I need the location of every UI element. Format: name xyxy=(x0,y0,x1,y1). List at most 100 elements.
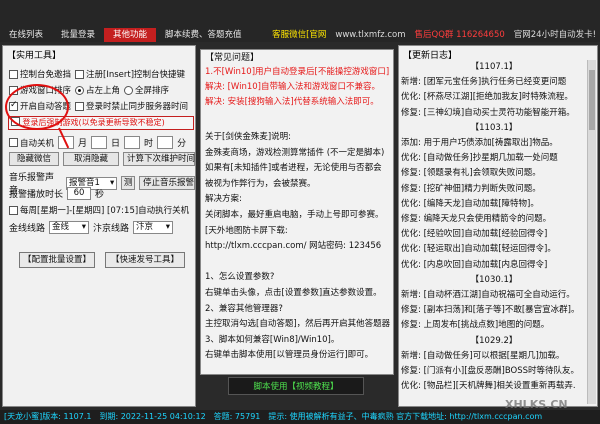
notice-line-2: 解决: [Win10]自带输入法和游戏窗口不兼容。 xyxy=(205,82,380,92)
site-url[interactable]: www.tlxmfz.com xyxy=(335,28,405,42)
help-line: 关闭脚本，最好重启电脑，手动上号即可参赛。 xyxy=(205,209,384,220)
log-entry: 修复: [副本扫荡]和[落子等]不敢[暴宫宣冰群]。 xyxy=(401,305,580,316)
test-sound-button[interactable]: 测 xyxy=(121,176,135,190)
status-tip: 提示: 使用被解析有益子、中毒疯熟 官方下载地址: http://tlxm.cc… xyxy=(268,412,543,421)
log-entry: 优化: [经验吹回]自动加载[经验回得令] xyxy=(401,229,548,240)
help-line: 右键单击头像，点击[设置参数]直达参数设置。 xyxy=(205,287,382,298)
row-ctrl: 控制台免邀挡 注册[Insert]控制台快捷键 xyxy=(9,68,185,80)
minute-label: 分 xyxy=(177,139,187,149)
log-entry: 优化: [编降天龙]自动加载[障特物]。 xyxy=(401,198,539,209)
log-entry: 修复: [三神幻境]自动买士灵符功能智能开箱。 xyxy=(401,107,575,118)
help-line: 金殊麦商场，游戏检测算常插件 (不一定是脚本) xyxy=(205,147,385,158)
log-entry: 优化: [自动做任务]抄星期几加载一处问题 xyxy=(401,153,558,164)
hide-wechat-button[interactable]: 隐藏微信 xyxy=(9,152,59,166)
radio-dot[interactable] xyxy=(124,85,134,95)
log-entry: 优化: [轻运取出]自动加载[轻运回得令]。 xyxy=(401,244,556,255)
tools-title: 【实用工具】 xyxy=(7,51,62,61)
log-version: 【1107.1】 xyxy=(470,62,518,72)
help-line: 关于[剑侠金殊麦]说明: xyxy=(205,132,291,142)
help-line: 3、脚本如何兼容[Win8]/Win10]。 xyxy=(205,334,340,345)
top-info: 客服微信[官网 www.tlxmfz.com 售后QQ群 116264650 官… xyxy=(272,28,596,42)
line-label: 金线线路 xyxy=(9,224,46,234)
row-weekly: 每周[星期一]-[星期四] [07:15]自动执行关机 xyxy=(9,204,189,216)
fullscreen-radio[interactable]: 全屏排序 xyxy=(124,84,169,96)
qq-group: 售后QQ群 116264650 xyxy=(414,30,505,40)
faq-notice: 1.不[Win10]用户自动登录后[不能操控游戏窗口] 解决: [Win10]自… xyxy=(205,65,391,110)
help-line: 主控取消勾选[自动答题]，然后再开启其他答题器 xyxy=(205,319,391,330)
checkbox-box[interactable] xyxy=(9,138,18,147)
calc-maintenance-button[interactable]: 计算下次维护时间 xyxy=(123,152,195,166)
log-entry: 修复: 编降天龙只会使用精箭令的问题。 xyxy=(401,214,552,225)
top-left-radio[interactable]: 占左上角 xyxy=(75,84,120,96)
help-line: 2、兼容其他管理器? xyxy=(205,303,283,314)
changelog-list: 【1107.1】 新增: [团军元宝任务]执行任务已经变更问题 优化: [杯燕尽… xyxy=(401,60,587,404)
auto-off-checkbox[interactable]: 自动关机 xyxy=(9,137,54,149)
status-expiry: 到期: 2022-11-25 04:10:12 xyxy=(99,412,206,421)
log-version: 【1029.2】 xyxy=(470,335,518,346)
row-alarm-duration: 报警播放时长 60 秒 xyxy=(9,187,104,200)
day-label: 日 xyxy=(111,139,121,149)
alarm-duration-label: 报警播放时长 xyxy=(9,190,64,200)
row-auto-off: 自动关机 月 日 时 分 xyxy=(9,136,186,149)
batch-config-button[interactable]: 【配置批量设置】 xyxy=(19,252,95,268)
stop-alarm-button[interactable]: 停止音乐报警 xyxy=(139,176,195,190)
video-tutorial-button[interactable]: 脚本使用【视频教程】 xyxy=(228,377,364,395)
wechat-link[interactable]: 客服微信[官网 xyxy=(272,28,326,42)
online-shop[interactable]: 官网24小时自动发卡! xyxy=(514,28,596,42)
radio-dot[interactable] xyxy=(75,85,85,95)
minute-input[interactable] xyxy=(157,136,174,149)
faq-title: 【常见问题】 xyxy=(205,53,260,63)
route-select[interactable]: 汴京 ▾ xyxy=(133,221,174,234)
tab-renew-recharge[interactable]: 脚本续费、答题充值 xyxy=(156,28,251,42)
checkbox-box[interactable] xyxy=(9,69,18,79)
route-label: 汴京线路 xyxy=(93,224,130,234)
help-line: 1、怎么设置参数? xyxy=(205,272,275,283)
quick-issue-button[interactable]: 【快速发号工具】 xyxy=(105,252,185,268)
checkbox-box[interactable] xyxy=(9,205,18,215)
hour-input[interactable] xyxy=(124,136,141,149)
tab-other-functions[interactable]: 其他功能 xyxy=(104,28,157,42)
sync-server-checkbox[interactable]: 登录时禁止同步服务器时间 xyxy=(75,100,188,112)
help-line: 右键单击脚本使用[以管理员身份运行]即可。 xyxy=(205,350,374,361)
log-entry: 优化: [内息吹回]自动加载[内息回得令] xyxy=(401,259,548,270)
tab-online-list[interactable]: 在线列表 xyxy=(0,28,52,42)
help-line: 如果有[未知插件]或者进程，无论使用与否都会 xyxy=(205,163,382,174)
log-entry: 修复: 上周发布[挑战点数]地图的问题。 xyxy=(401,320,550,331)
weekly-shutdown-checkbox[interactable]: 每周[星期一]-[星期四] [07:15]自动执行关机 xyxy=(9,204,189,216)
tab-batch-login[interactable]: 批量登录 xyxy=(52,28,104,42)
log-entry: 新增: [自动做任务]可以根据[星期几]加载。 xyxy=(401,350,565,361)
log-entry: 修复: [领题录有礼]会领取失败问题。 xyxy=(401,168,541,179)
hour-label: 时 xyxy=(144,139,154,149)
notice-line-3: 解决: 安装[搜狗输入法]代替系统输入法即可。 xyxy=(205,97,379,107)
log-entry: 修复: [门派有小][盘反恶酬]BOSS时等待队友。 xyxy=(401,366,579,377)
tools-panel: 【实用工具】 控制台免邀挡 注册[Insert]控制台快捷键 游戏窗口排序 占左… xyxy=(2,45,196,407)
month-label: 月 xyxy=(78,139,88,149)
highlight-circle xyxy=(5,84,69,130)
log-version: 【1030.1】 xyxy=(470,274,518,285)
help-line: 解决方案: xyxy=(205,194,242,205)
log-entry: 优化: [杯燕尽江湖][拒绝加我友]时特殊流程。 xyxy=(401,92,573,103)
alarm-seconds-input[interactable]: 60 xyxy=(67,187,92,200)
ctrl-bind-checkbox[interactable]: 控制台免邀挡 xyxy=(9,68,71,80)
status-version: [天龙小蜜]版本: 1107.1 xyxy=(4,412,92,421)
faq-box: 【常见问题】 1.不[Win10]用户自动登录后[不能操控游戏窗口] 解决: [… xyxy=(200,49,394,375)
status-bar: [天龙小蜜]版本: 1107.1 到期: 2022-11-25 04:10:12… xyxy=(0,410,600,424)
log-entry: 修复: [挖矿神佃]精力判断失败问题。 xyxy=(401,183,541,194)
day-input[interactable] xyxy=(91,136,108,149)
cancel-hide-button[interactable]: 取消隐藏 xyxy=(63,152,119,166)
top-bar: 在线列表 批量登录 其他功能 脚本续费、答题充值 客服微信[官网 www.tlx… xyxy=(0,0,600,42)
line-select[interactable]: 金线 ▾ xyxy=(49,221,90,234)
log-entry: 新增: [自动杯酒江湖]自动祝福可全自动运行。 xyxy=(401,290,575,301)
row-hide-buttons: 隐藏微信 取消隐藏 计算下次维护时间 xyxy=(9,152,195,166)
chevron-down-icon: ▾ xyxy=(109,177,115,188)
scrollbar-thumb[interactable] xyxy=(589,70,595,130)
hotkey-checkbox[interactable]: 注册[Insert]控制台快捷键 xyxy=(75,68,185,80)
chevron-down-icon: ▾ xyxy=(165,222,171,232)
tab-bar: 在线列表 批量登录 其他功能 脚本续费、答题充值 xyxy=(0,28,251,42)
row-lines: 金线线路 金线 ▾ 汴京线路 汴京 ▾ xyxy=(9,221,174,234)
help-line: [天外地图防卡屏下载: xyxy=(205,225,288,236)
checkbox-box[interactable] xyxy=(75,101,85,111)
changelog-scrollbar[interactable] xyxy=(587,60,596,404)
checkbox-box[interactable] xyxy=(75,69,85,79)
log-version: 【1103.1】 xyxy=(470,122,518,133)
